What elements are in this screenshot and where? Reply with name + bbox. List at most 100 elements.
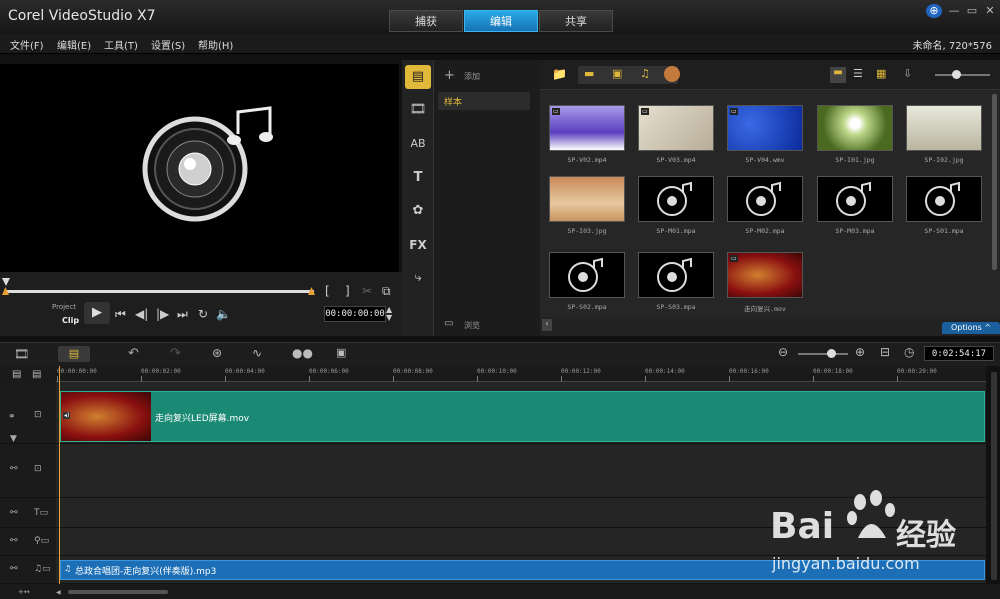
video-clip[interactable]: ◂) 走向复兴LED屏幕.mov <box>60 391 985 442</box>
zoom-in-icon[interactable]: ⊕ <box>855 345 865 359</box>
library-thumbnail[interactable] <box>638 252 714 298</box>
music-track-icon[interactable]: ♫▭ <box>34 564 51 574</box>
add-track-icon[interactable]: +↔ <box>18 588 30 596</box>
timeline-vertical-scrollbar[interactable] <box>991 372 997 580</box>
tab-edit[interactable]: 编辑 <box>464 10 538 32</box>
timeline-playhead[interactable] <box>59 366 60 584</box>
show-videos-icon[interactable]: ▬ <box>584 67 594 80</box>
folder-icon[interactable]: 📁 <box>552 67 567 81</box>
thumbnail-size-handle[interactable] <box>952 70 961 79</box>
end-button[interactable]: ⏭ <box>177 307 188 322</box>
timeline-scroll-thumb[interactable] <box>68 590 168 594</box>
library-thumbnail[interactable] <box>817 176 893 222</box>
play-button[interactable]: ▶ <box>84 302 110 324</box>
globe-icon[interactable]: ⊕ <box>926 4 942 18</box>
zoom-slider[interactable] <box>798 353 848 355</box>
library-thumbnail[interactable]: ▭ <box>549 105 625 151</box>
thumbnail-view-icon[interactable]: ▬ <box>830 67 846 83</box>
track-manager-icon[interactable]: ▤ <box>12 369 21 380</box>
fx-filter-icon[interactable]: FX <box>402 233 434 257</box>
sound-mixer-icon[interactable]: ∿ <box>252 346 262 360</box>
library-thumbnail[interactable] <box>817 105 893 151</box>
list-view-icon[interactable]: ☰ <box>853 67 863 80</box>
link-icon[interactable]: ⚯ <box>10 508 18 518</box>
show-audio-icon[interactable]: ♫ <box>640 67 650 80</box>
tab-capture[interactable]: 捕获 <box>389 10 463 32</box>
link-icon[interactable]: ⚯ <box>10 464 18 474</box>
sort-icon[interactable]: ⇩ <box>903 67 912 80</box>
collapse-arrow-icon[interactable]: ‹ <box>542 319 552 331</box>
library-scrollbar[interactable] <box>992 94 997 270</box>
menu-settings[interactable]: 设置(S) <box>151 37 185 52</box>
instant-project-icon[interactable]: 🎞 <box>402 98 434 122</box>
add-icon[interactable]: + <box>444 68 455 83</box>
menu-tools[interactable]: 工具(T) <box>104 37 138 52</box>
timeline-view-icon[interactable]: ▤ <box>58 346 90 362</box>
title-track-icon[interactable]: T▭ <box>34 508 48 518</box>
add-folder-label[interactable]: 添加 <box>464 71 480 82</box>
thumbnail-size-slider[interactable] <box>935 74 990 76</box>
clip-mode-label[interactable]: Clip <box>62 316 79 325</box>
repeat-icon[interactable]: ↻ <box>198 307 208 321</box>
library-thumbnail[interactable]: ▭ <box>638 105 714 151</box>
folder-sample[interactable]: 样本 <box>438 92 530 110</box>
browse-label[interactable]: 浏览 <box>464 320 480 331</box>
timecode-display[interactable]: 00:00:00:00 <box>324 306 386 322</box>
library-thumbnail[interactable] <box>727 176 803 222</box>
subtitle-editor-icon[interactable]: ▣ <box>336 346 346 359</box>
scrub-bar[interactable] <box>6 290 314 293</box>
overlay-track-icon[interactable]: ⊡ <box>34 464 42 474</box>
library-thumbnail[interactable]: ▭ <box>727 252 803 298</box>
title-icon[interactable]: T <box>402 166 434 190</box>
menu-edit[interactable]: 编辑(E) <box>57 37 91 52</box>
show-photos-icon[interactable]: ▣ <box>612 67 622 80</box>
mark-out-button[interactable]: ] <box>345 284 350 298</box>
options-button[interactable]: Options ^ <box>942 322 1000 334</box>
media-icon[interactable]: ▤ <box>405 65 431 89</box>
video-track-icon[interactable]: ⊡ <box>34 410 42 420</box>
zoom-handle[interactable] <box>827 349 836 358</box>
enlarge-icon[interactable]: ⧉ <box>382 284 391 299</box>
library-thumbnail[interactable]: ▭ <box>727 105 803 151</box>
library-thumbnail[interactable] <box>549 252 625 298</box>
link-icon[interactable]: ⚯ <box>10 536 18 546</box>
maximize-button[interactable]: ▭ <box>964 4 980 18</box>
library-thumbnail[interactable] <box>906 176 982 222</box>
fit-project-icon[interactable]: ⊟ <box>880 345 890 359</box>
chapter-icon[interactable]: ▤ <box>32 369 41 380</box>
ripple-editing-icon[interactable]: ⚭ <box>8 412 16 422</box>
grid-view-icon[interactable]: ▦ <box>876 67 886 80</box>
library-thumbnail[interactable] <box>549 176 625 222</box>
previous-frame-button[interactable]: ◀| <box>135 307 148 321</box>
library-thumbnail[interactable] <box>638 176 714 222</box>
transition-icon[interactable]: AB <box>402 132 434 156</box>
dropdown-arrow-icon[interactable]: ▼ <box>10 434 17 444</box>
online-content-icon[interactable] <box>664 66 680 82</box>
mark-in-button[interactable]: [ <box>325 284 330 298</box>
menu-file[interactable]: 文件(F) <box>10 37 44 52</box>
record-capture-icon[interactable]: ⊛ <box>212 346 222 360</box>
split-icon[interactable]: ✂ <box>362 284 372 298</box>
preview-window[interactable] <box>0 64 399 272</box>
browse-icon[interactable]: ▭ <box>444 318 453 329</box>
minimize-button[interactable]: — <box>946 4 962 18</box>
zoom-out-icon[interactable]: ⊖ <box>778 345 788 359</box>
library-thumbnail[interactable] <box>906 105 982 151</box>
close-button[interactable]: ✕ <box>982 4 998 18</box>
volume-icon[interactable]: 🔈 <box>216 307 231 321</box>
auto-music-icon[interactable]: ●● <box>292 346 313 360</box>
timecode-stepper[interactable]: ▲ ▼ <box>386 306 392 322</box>
project-mode-label[interactable]: Project <box>52 303 76 311</box>
menu-help[interactable]: 帮助(H) <box>198 37 233 52</box>
path-icon[interactable]: ⤷ <box>402 266 434 290</box>
storyboard-view-icon[interactable]: 🎞 <box>14 347 29 361</box>
tab-share[interactable]: 共享 <box>539 10 613 32</box>
home-button[interactable]: ⏮ <box>115 307 126 322</box>
voice-track-icon[interactable]: ⚲▭ <box>34 536 49 546</box>
scroll-left-icon[interactable]: ◀ <box>56 589 68 596</box>
next-frame-button[interactable]: |▶ <box>156 307 169 321</box>
link-icon[interactable]: ⚯ <box>10 564 18 574</box>
redo-icon[interactable]: ↷ <box>170 346 181 361</box>
graphic-icon[interactable]: ✿ <box>402 199 434 223</box>
undo-icon[interactable]: ↶ <box>128 346 139 361</box>
